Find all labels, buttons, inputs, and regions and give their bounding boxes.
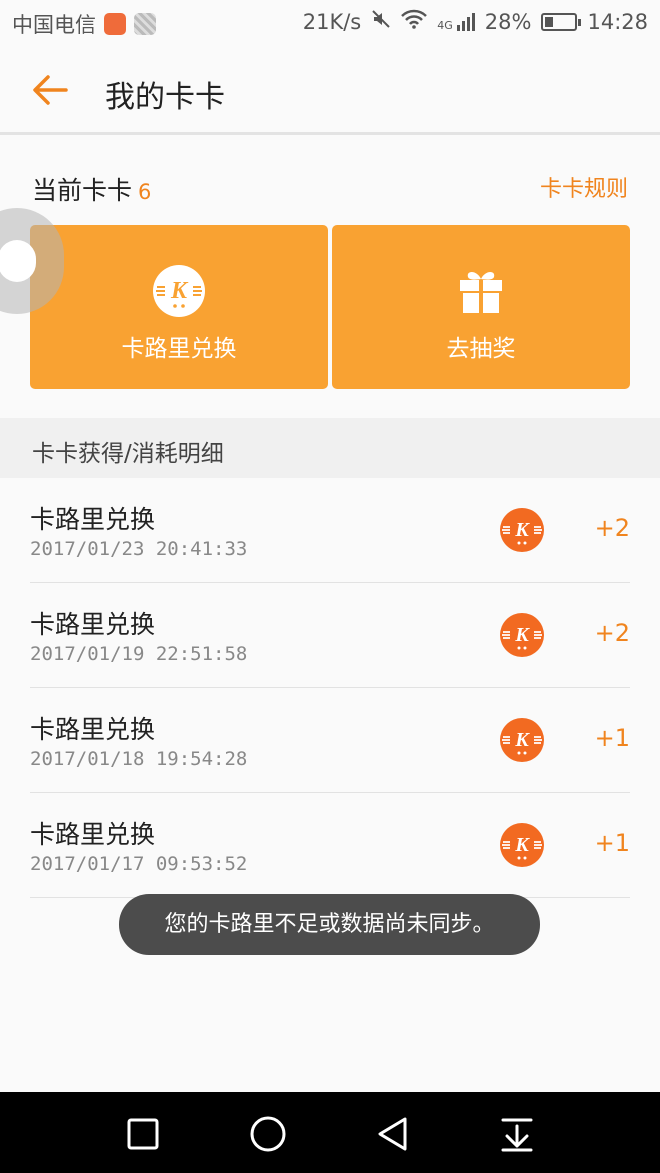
notification-app-icon-2 [134, 13, 156, 35]
back-arrow-icon [33, 75, 68, 105]
page-title: 我的卡卡 [105, 80, 225, 115]
history-row: 卡路里兑换 2017/01/17 09:53:52 K +1 [30, 793, 630, 898]
back-nav-button[interactable] [371, 1112, 415, 1156]
kaka-summary: 当前卡卡 6 卡卡规则 K 卡路里兑换 去抽奖 [0, 135, 660, 418]
kaka-coin-icon: K [500, 718, 544, 762]
history-row-name: 卡路里兑换 [30, 610, 156, 639]
clock: 14:28 [587, 9, 648, 34]
back-button[interactable] [28, 68, 72, 112]
back-icon [378, 1117, 407, 1151]
history-row-name: 卡路里兑换 [30, 715, 156, 744]
status-right: 21K/s 4G 28% 14:28 [303, 9, 648, 34]
recent-apps-button[interactable] [121, 1112, 165, 1156]
calorie-exchange-label: 卡路里兑换 [121, 336, 237, 362]
svg-text:K: K [514, 729, 530, 751]
history-row-time: 2017/01/18 19:54:28 [30, 748, 248, 770]
history-row: 卡路里兑换 2017/01/23 20:41:33 K +2 [30, 478, 630, 583]
kaka-rules-link[interactable]: 卡卡规则 [540, 171, 628, 203]
history-row: 卡路里兑换 2017/01/19 22:51:58 K +2 [30, 583, 630, 688]
signal-icon: 4G [437, 12, 475, 32]
mute-icon [371, 9, 391, 34]
history-row-points: +2 [594, 619, 630, 647]
app-bar: 我的卡卡 [0, 46, 660, 135]
current-kaka: 当前卡卡 6 [32, 171, 151, 207]
svg-text:K: K [514, 624, 530, 646]
home-button[interactable] [246, 1112, 290, 1156]
history-row-time: 2017/01/17 09:53:52 [30, 853, 248, 875]
current-kaka-count: 6 [138, 180, 152, 204]
history-row-name: 卡路里兑换 [30, 820, 156, 849]
kaka-coin-icon: K [500, 823, 544, 867]
history-row-time: 2017/01/23 20:41:33 [30, 538, 248, 560]
carrier-name: 中国电信 [12, 13, 96, 37]
network-type: 4G [437, 18, 453, 32]
notification-pull-down-button[interactable] [495, 1112, 539, 1156]
battery-icon [541, 12, 582, 31]
history-list: 卡路里兑换 2017/01/23 20:41:33 K +2 卡路里兑换 2017/01/… [0, 478, 660, 898]
history-row-name: 卡路里兑换 [30, 505, 156, 534]
status-bar: 中国电信 21K/s 4G 28% 14:28 [0, 0, 660, 46]
notification-pull-down-icon [501, 1118, 533, 1152]
battery-level [545, 16, 554, 27]
current-kaka-label: 当前卡卡 [32, 176, 133, 205]
toast-message: 您的卡路里不足或数据尚未同步。 [119, 894, 540, 955]
recent-apps-icon [127, 1118, 159, 1150]
history-row-time: 2017/01/19 22:51:58 [30, 643, 248, 665]
kaka-coin-icon: K [500, 613, 544, 657]
svg-text:K: K [170, 278, 189, 304]
history-row: 卡路里兑换 2017/01/18 19:54:28 K +1 [30, 688, 630, 793]
status-left: 中国电信 [12, 9, 156, 39]
svg-text:K: K [514, 519, 530, 541]
lottery-tile[interactable]: 去抽奖 [332, 225, 630, 389]
history-row-points: +1 [594, 829, 630, 857]
history-row-points: +2 [594, 514, 630, 542]
svg-text:K: K [514, 834, 530, 856]
home-icon [250, 1116, 286, 1152]
wifi-icon [401, 9, 428, 34]
kaka-coin-icon: K [500, 508, 544, 552]
navigation-bar [0, 1092, 660, 1173]
gift-icon [460, 271, 502, 313]
network-speed: 21K/s [302, 9, 362, 34]
notification-app-icon [104, 13, 126, 35]
battery-percent: 28% [484, 9, 532, 34]
history-section-title: 卡卡获得/消耗明细 [0, 418, 660, 478]
history-row-points: +1 [594, 724, 630, 752]
kaka-coin-icon: K [153, 265, 205, 317]
lottery-label: 去抽奖 [446, 336, 516, 362]
calorie-exchange-tile[interactable]: K 卡路里兑换 [30, 225, 328, 389]
